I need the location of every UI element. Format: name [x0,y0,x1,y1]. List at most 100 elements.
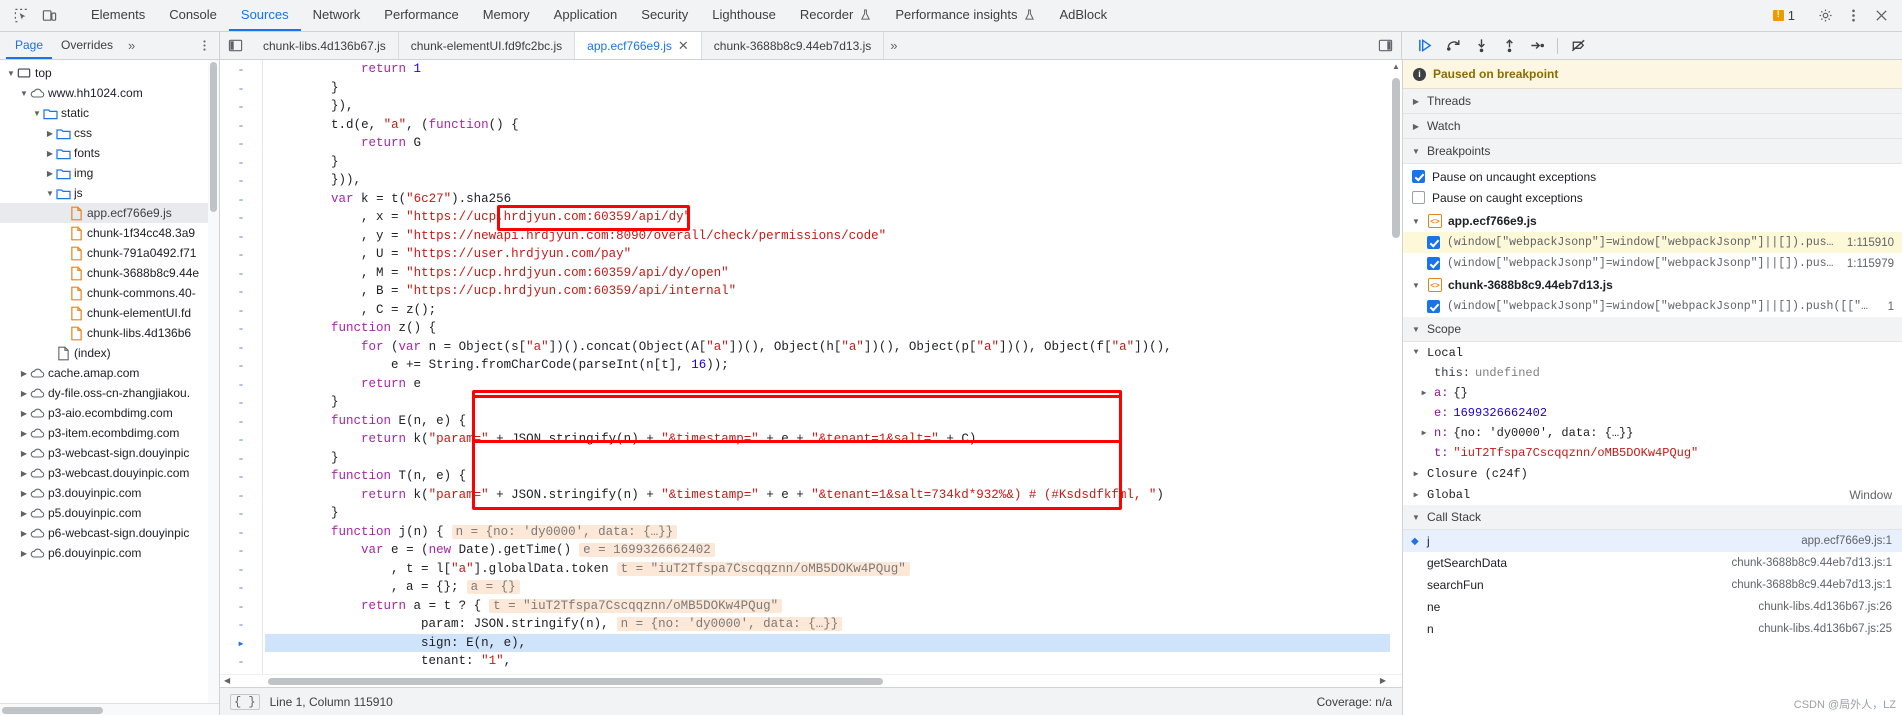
chevron-right-icon[interactable]: ▶ [19,529,29,538]
tab-recorder[interactable]: Recorder [788,0,883,31]
call-stack-row[interactable]: searchFun chunk-3688b8c9.44eb7d13.js:1 [1403,574,1902,596]
close-icon[interactable]: ✕ [678,39,689,52]
section-call-stack[interactable]: ▼ Call Stack [1403,505,1902,530]
scrollbar-thumb[interactable] [2,707,103,714]
chevron-right-icon[interactable]: ▶ [19,429,29,438]
gutter-row[interactable]: ▸ [220,635,262,654]
chevron-right-icon[interactable]: ▶ [19,549,29,558]
code-line[interactable]: function E(n, e) { [265,412,1402,431]
scrollbar-thumb[interactable] [268,678,883,685]
navigator-more-tabs[interactable]: » [122,38,141,53]
gutter-row[interactable]: - [220,98,262,117]
chevron-right-icon[interactable]: ▶ [1419,388,1429,398]
code-line[interactable]: , a = {}; a = {} [265,578,1402,597]
tab-network[interactable]: Network [301,0,373,31]
pretty-print-button[interactable]: { } [230,693,260,710]
gutter-row[interactable]: - [220,653,262,672]
toggle-debugger-icon[interactable] [1370,32,1401,59]
chevron-right-icon[interactable]: ▶ [1419,428,1429,438]
gear-icon[interactable] [1812,3,1838,29]
code-line[interactable]: for (var n = Object(s["a"])().concat(Obj… [265,338,1402,357]
resume-script-execution-icon[interactable] [1412,35,1438,57]
code-line[interactable]: , C = z(); [265,301,1402,320]
chevron-right-icon[interactable]: ▶ [19,489,29,498]
scroll-up-arrow[interactable]: ▲ [1390,62,1402,71]
code-line[interactable]: return k("param=" + JSON.stringify(n) + … [265,430,1402,449]
tab-elements[interactable]: Elements [79,0,157,31]
chevron-down-icon[interactable]: ▼ [6,69,16,78]
tree-item-chunk-commons-40[interactable]: ▶chunk-commons.40- [0,283,219,303]
checkbox-icon[interactable] [1427,300,1440,313]
navigator-tab-overrides[interactable]: Overrides [52,32,122,59]
tab-memory[interactable]: Memory [471,0,542,31]
file-tree-vertical-scrollbar[interactable] [208,60,219,703]
code-line[interactable]: function T(n, e) { [265,467,1402,486]
tree-item-p3-aio-ecombdimg-com[interactable]: ▶ p3-aio.ecombdimg.com [0,403,219,423]
editor-tab[interactable]: chunk-libs.4d136b67.js [251,32,399,59]
gutter-row[interactable]: - [220,450,262,469]
step-out-of-current-function-icon[interactable] [1496,35,1522,57]
tab-security[interactable]: Security [629,0,700,31]
code-line[interactable]: return k("param=" + JSON.stringify(n) + … [265,486,1402,505]
breakpoint-item[interactable]: (window["webpackJsonp"]=window["webpackJ… [1403,253,1902,274]
code-line[interactable]: } [265,79,1402,98]
call-stack-row[interactable]: getSearchData chunk-3688b8c9.44eb7d13.js:… [1403,552,1902,574]
breakpoint-item[interactable]: (window["webpackJsonp"]=window["webpackJ… [1403,232,1902,253]
gutter-row[interactable]: - [220,394,262,413]
tree-item-p3-douyinpic-com[interactable]: ▶ p3.douyinpic.com [0,483,219,503]
checkbox-row[interactable]: Pause on uncaught exceptions [1403,166,1902,187]
file-tree-horizontal-scrollbar[interactable] [0,703,219,715]
checkbox-icon[interactable] [1427,236,1440,249]
tree-item-chunk-3688b8c9-44e[interactable]: ▶chunk-3688b8c9.44e [0,263,219,283]
tree-item-static[interactable]: ▼ static [0,103,219,123]
chevron-down-icon[interactable]: ▼ [45,189,55,198]
gutter-row[interactable]: - [220,524,262,543]
section-breakpoints[interactable]: ▼ Breakpoints [1403,139,1902,164]
warning-count-badge[interactable]: 1 [1769,8,1799,23]
chevron-right-icon[interactable]: ▶ [19,509,29,518]
gutter-row[interactable]: - [220,339,262,358]
tree-item-chunk-elementui-fd[interactable]: ▶chunk-elementUI.fd [0,303,219,323]
gutter-row[interactable]: - [220,228,262,247]
scrollbar-thumb[interactable] [210,62,217,212]
section-scope[interactable]: ▼ Scope [1403,317,1902,342]
chevron-right-icon[interactable]: ▶ [45,149,55,158]
gutter-row[interactable]: - [220,283,262,302]
code-line[interactable]: tenant: "1", [265,652,1402,671]
code-line[interactable]: , U = "https://user.hrdjyun.com/pay" [265,245,1402,264]
step-over-next-function-call-icon[interactable] [1440,35,1466,57]
checkbox-icon[interactable] [1412,170,1425,183]
tab-application[interactable]: Application [542,0,630,31]
gutter-row[interactable]: - [220,598,262,617]
call-stack-row[interactable]: ◆ j app.ecf766e9.js:1 [1403,530,1902,552]
code-line[interactable]: function j(n) {n = {no: 'dy0000', data: … [265,523,1402,542]
gutter-row[interactable]: - [220,191,262,210]
step-into-next-function-call-icon[interactable] [1468,35,1494,57]
tree-item-p6-douyinpic-com[interactable]: ▶ p6.douyinpic.com [0,543,219,563]
code-line[interactable]: return G [265,134,1402,153]
tab-performance-insights[interactable]: Performance insights [883,0,1047,31]
breakpoint-file-group[interactable]: ▼ <> app.ecf766e9.js [1403,210,1902,232]
scroll-right-arrow[interactable]: ▶ [1380,676,1386,685]
code-line[interactable]: , t = l["a"].globalData.token t = "iuT2Tf… [265,560,1402,579]
editor-tabs-overflow[interactable]: » [884,32,903,59]
gutter-row[interactable]: - [220,357,262,376]
navigator-menu-icon[interactable] [190,39,219,52]
tree-item-fonts[interactable]: ▶ fonts [0,143,219,163]
code-line[interactable]: , M = "https://ucp.hrdjyun.com:60359/api… [265,264,1402,283]
editor-tab[interactable]: chunk-elementUI.fd9fc2bc.js [399,32,576,59]
code-line[interactable]: , y = "https://newapi.hrdjyun.com:8090/o… [265,227,1402,246]
gutter-row[interactable]: - [220,80,262,99]
code-line[interactable]: t.d(e, "a", (function() { [265,116,1402,135]
line-number-gutter[interactable]: - - - - - - - - - - - - - - - - - - - - - - - - - - - - - - - ▸ - [220,60,262,674]
gutter-row[interactable]: - [220,542,262,561]
tree-item-p6-webcast-sign-douyinpic[interactable]: ▶ p6-webcast-sign.douyinpic [0,523,219,543]
chevron-down-icon[interactable]: ▼ [19,89,29,98]
code-line[interactable]: } [265,153,1402,172]
tree-item-chunk-1f34cc48-3a9[interactable]: ▶chunk-1f34cc48.3a9 [0,223,219,243]
inspect-element-icon[interactable] [8,3,34,29]
source-code[interactable]: return 1 } }), t.d(e, "a", (function() {… [262,60,1402,674]
section-threads[interactable]: ▶ Threads [1403,89,1902,114]
tree-item-js[interactable]: ▼ js [0,183,219,203]
editor-tab[interactable]: chunk-3688b8c9.44eb7d13.js [702,32,885,59]
